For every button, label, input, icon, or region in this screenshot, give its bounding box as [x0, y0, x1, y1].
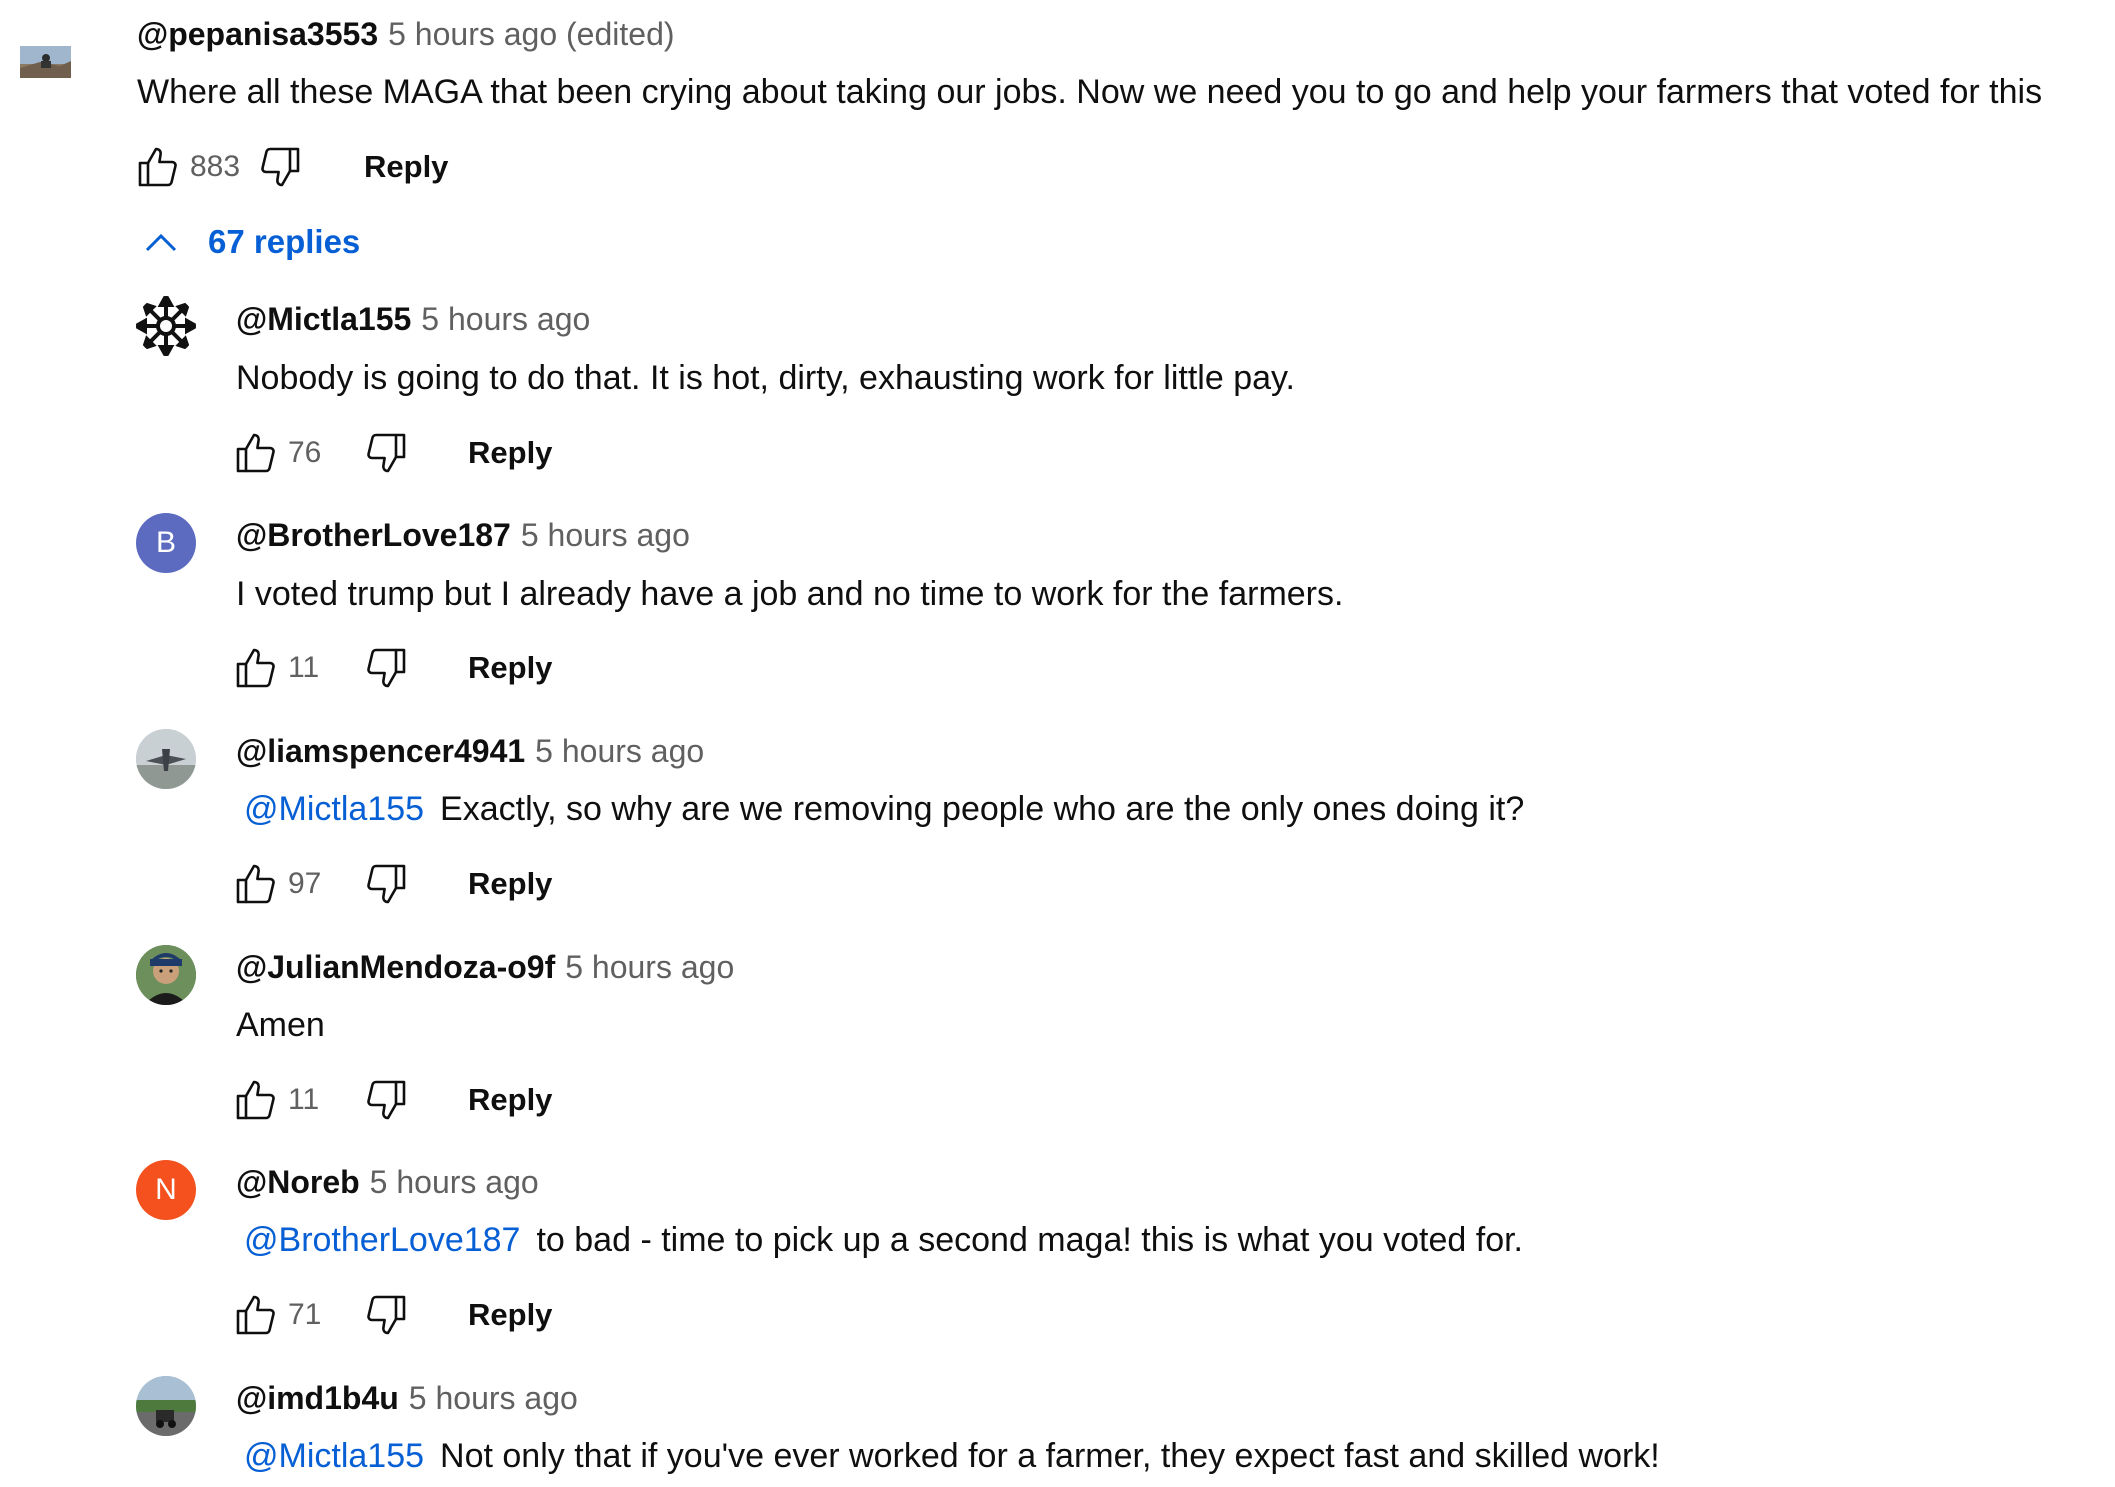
- thumbs-down-icon: [367, 1295, 406, 1335]
- dislike-button[interactable]: [254, 141, 306, 193]
- mention-link[interactable]: @BrotherLove187: [244, 1221, 520, 1259]
- replies-toggle-button[interactable]: 67 replies: [144, 222, 360, 262]
- mention-link[interactable]: @Mictla155: [244, 790, 424, 828]
- thumbs-up-icon: [236, 1295, 275, 1335]
- reply-text: Not only that if you've ever worked for …: [440, 1437, 1660, 1475]
- reply-text: I voted trump but I already have a job a…: [236, 575, 1344, 613]
- comment-author[interactable]: @Mictla155 5 hours ago: [236, 299, 590, 339]
- comment-timestamp[interactable]: 5 hours ago: [565, 949, 734, 985]
- thumbs-down-icon: [367, 1080, 406, 1120]
- author-name[interactable]: @imd1b4u: [236, 1380, 399, 1416]
- avatar[interactable]: [136, 296, 196, 356]
- like-button[interactable]: [230, 1289, 282, 1341]
- comment-author[interactable]: @imd1b4u 5 hours ago: [236, 1378, 578, 1418]
- author-name[interactable]: @Noreb: [236, 1164, 360, 1200]
- avatar[interactable]: [136, 1376, 196, 1436]
- reply-text: Nobody is going to do that. It is hot, d…: [236, 359, 1295, 397]
- like-button[interactable]: [132, 141, 184, 193]
- replies-count-label: 67 replies: [208, 223, 361, 260]
- comment-author[interactable]: @pepanisa3553 5 hours ago (edited): [137, 14, 675, 54]
- comment-timestamp[interactable]: 5 hours ago: [521, 517, 690, 553]
- dislike-button[interactable]: [360, 858, 412, 910]
- comment-timestamp[interactable]: 5 hours ago: [370, 1164, 539, 1200]
- avatar-letter: N: [155, 1173, 177, 1206]
- like-button[interactable]: [230, 858, 282, 910]
- like-count: 71: [288, 1298, 322, 1331]
- comment-text: I voted trump but I already have a job a…: [236, 572, 1343, 616]
- avatar[interactable]: [136, 945, 196, 1005]
- reply-button[interactable]: Reply: [364, 149, 448, 185]
- comment-text: @BrotherLove187 to bad - time to pick up …: [236, 1218, 1523, 1262]
- dislike-button[interactable]: [360, 1289, 412, 1341]
- dislike-button[interactable]: [360, 427, 412, 479]
- thumbs-down-icon: [261, 147, 300, 187]
- like-count: 97: [288, 867, 322, 900]
- comment-action-bar: 883 Reply: [132, 137, 448, 197]
- thumbs-down-icon: [367, 648, 406, 688]
- thumbs-down-icon: [367, 864, 406, 904]
- comment-action-bar: 11 Reply: [230, 638, 552, 698]
- chevron-up-icon: [145, 233, 177, 252]
- chaos-star-icon: [136, 296, 196, 356]
- comment-timestamp[interactable]: 5 hours ago: [409, 1380, 578, 1416]
- thumbs-up-icon: [236, 648, 275, 688]
- comment-author[interactable]: @BrotherLove187 5 hours ago: [236, 515, 690, 555]
- reply-text: Amen: [236, 1006, 325, 1044]
- comment-author[interactable]: @JulianMendoza-o9f 5 hours ago: [236, 947, 734, 987]
- like-button[interactable]: [230, 1074, 282, 1126]
- reply-button[interactable]: Reply: [468, 650, 552, 686]
- avatar[interactable]: B: [136, 513, 196, 573]
- reply-text: to bad - time to pick up a second maga! …: [536, 1221, 1523, 1259]
- comment-action-bar: 97 Reply: [230, 854, 552, 914]
- comment-timestamp[interactable]: 5 hours ago: [421, 301, 590, 337]
- avatar[interactable]: N: [136, 1160, 196, 1220]
- thumbs-up-icon: [236, 1080, 275, 1120]
- mention-link[interactable]: @Mictla155: [244, 1437, 424, 1475]
- like-button[interactable]: [230, 427, 282, 479]
- comment-text: @Mictla155 Not only that if you've ever w…: [236, 1434, 1660, 1478]
- dislike-button[interactable]: [360, 1074, 412, 1126]
- author-name[interactable]: @Mictla155: [236, 301, 411, 337]
- comment-text: Where all these MAGA that been crying ab…: [137, 73, 2043, 111]
- dislike-button[interactable]: [360, 642, 412, 694]
- comment-action-bar: 76 Reply: [230, 423, 552, 483]
- avatar[interactable]: [136, 729, 196, 789]
- reply-button[interactable]: Reply: [468, 866, 552, 902]
- author-name[interactable]: @liamspencer4941: [236, 733, 525, 769]
- comment-author[interactable]: @liamspencer4941 5 hours ago: [236, 731, 704, 771]
- comment-text: Amen: [236, 1003, 325, 1047]
- reply-button[interactable]: Reply: [468, 1082, 552, 1118]
- thumbs-up-icon: [236, 433, 275, 473]
- reply-button[interactable]: Reply: [468, 435, 552, 471]
- reply-button[interactable]: Reply: [468, 1297, 552, 1333]
- thumbs-up-icon: [236, 864, 275, 904]
- like-count: 883: [190, 150, 241, 183]
- reply-text: Exactly, so why are we removing people w…: [440, 790, 1525, 828]
- author-name[interactable]: @BrotherLove187: [236, 517, 511, 553]
- comment-action-bar: 71 Reply: [230, 1285, 552, 1345]
- avatar-letter: B: [155, 526, 176, 559]
- author-name[interactable]: @JulianMendoza-o9f: [236, 949, 555, 985]
- like-button[interactable]: [230, 642, 282, 694]
- avatar[interactable]: [20, 46, 71, 78]
- comment-author[interactable]: @Noreb 5 hours ago: [236, 1162, 539, 1202]
- like-count: 11: [288, 651, 320, 684]
- thumbs-up-icon: [138, 147, 177, 187]
- comment-text: @Mictla155 Exactly, so why are we removin…: [236, 787, 1524, 831]
- author-name[interactable]: @pepanisa3553: [137, 16, 378, 52]
- comment-timestamp[interactable]: 5 hours ago (edited): [388, 16, 674, 52]
- thumbs-down-icon: [367, 433, 406, 473]
- comment-timestamp[interactable]: 5 hours ago: [535, 733, 704, 769]
- comment-text: Nobody is going to do that. It is hot, d…: [236, 356, 1295, 400]
- like-count: 11: [288, 1083, 320, 1116]
- like-count: 76: [288, 436, 322, 469]
- comment-action-bar: 11 Reply: [230, 1070, 552, 1130]
